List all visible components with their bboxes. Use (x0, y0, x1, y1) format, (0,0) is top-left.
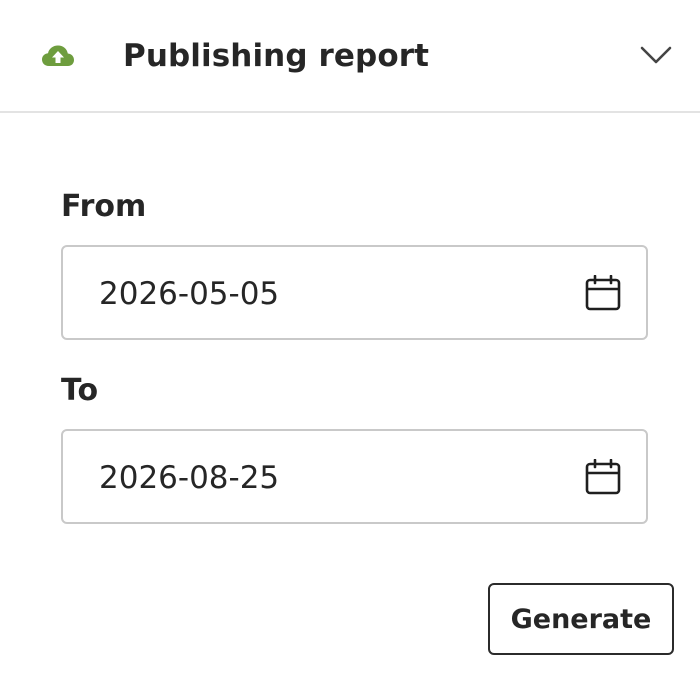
generate-button[interactable]: Generate (488, 583, 674, 655)
from-date-field[interactable]: 2026-05-05 (61, 245, 648, 340)
panel-header[interactable]: Publishing report (0, 0, 700, 113)
publishing-report-panel: Publishing report From 2026-05-05 To 202… (0, 0, 700, 690)
to-date-field[interactable]: 2026-08-25 (61, 429, 648, 524)
panel-title: Publishing report (123, 38, 430, 74)
calendar-icon[interactable] (585, 459, 621, 495)
calendar-icon[interactable] (585, 275, 621, 311)
chevron-down-icon[interactable] (640, 45, 672, 65)
to-date-value: 2026-08-25 (99, 460, 280, 496)
to-label: To (61, 373, 99, 408)
cloud-upload-icon (42, 45, 74, 66)
from-date-value: 2026-05-05 (99, 276, 280, 312)
from-label: From (61, 189, 147, 224)
